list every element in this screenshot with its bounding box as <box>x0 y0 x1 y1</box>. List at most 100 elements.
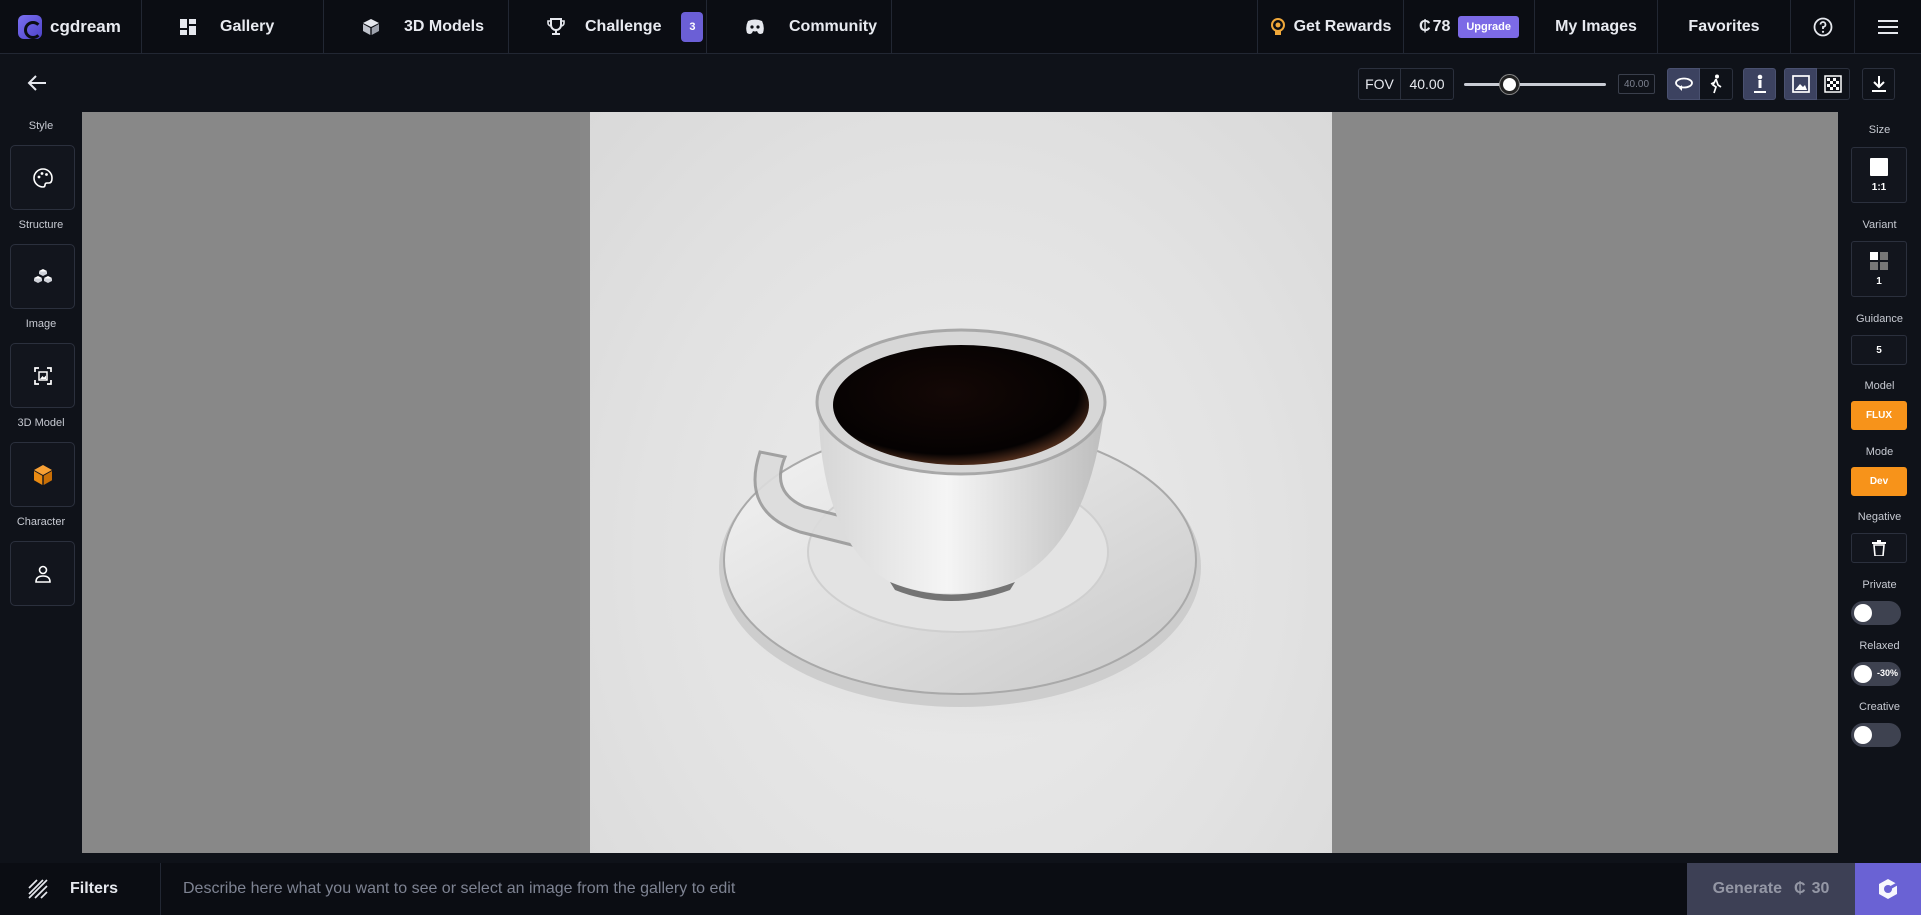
coffee-cup-render <box>710 328 1250 742</box>
challenge-count-badge: 3 <box>681 11 704 42</box>
upgrade-button[interactable]: Upgrade <box>1458 15 1519 38</box>
size-value: 1:1 <box>1871 181 1887 193</box>
guidance-input[interactable]: 5 <box>1851 335 1907 365</box>
trophy-icon <box>547 17 565 36</box>
nav-favorites[interactable]: Favorites <box>1658 0 1791 53</box>
tool-3d-model: 3D Model <box>0 417 82 507</box>
image-frame-icon <box>33 366 52 385</box>
camera-toolbar: FOV 40.00 40.00 <box>1358 68 1895 100</box>
generate-label: Generate <box>1712 880 1782 897</box>
variant-grid-icon <box>1870 251 1888 270</box>
back-button[interactable] <box>24 70 50 96</box>
walk-icon <box>1710 74 1722 94</box>
negative-label: Negative <box>1857 511 1902 523</box>
reward-icon <box>1270 17 1286 36</box>
relaxed-label: Relaxed <box>1859 640 1900 652</box>
image-button[interactable] <box>10 343 75 408</box>
nav-gallery[interactable]: Gallery <box>142 0 324 53</box>
mode-label: Mode <box>1865 446 1894 458</box>
back-arrow-icon <box>27 75 46 91</box>
model-selector[interactable]: FLUX <box>1851 401 1907 430</box>
size-label: Size <box>1868 124 1891 136</box>
assistant-logo-icon <box>1879 879 1898 899</box>
credits-balance[interactable]: ₵ 78 Upgrade <box>1404 0 1535 53</box>
download-icon <box>1871 76 1886 92</box>
help-icon <box>1813 17 1833 37</box>
fov-slider[interactable] <box>1462 68 1606 100</box>
variant-selector[interactable]: 1 <box>1851 241 1907 297</box>
variant-label: Variant <box>1862 219 1897 231</box>
get-rewards-button[interactable]: Get Rewards <box>1258 0 1404 53</box>
trash-icon <box>1872 540 1886 556</box>
variant-value: 1 <box>1876 275 1882 287</box>
nav-challenge-label: Challenge <box>585 17 662 35</box>
tool-character-label: Character <box>16 516 66 528</box>
mode-selector[interactable]: Dev <box>1851 467 1907 496</box>
prompt-bar: Filters Generate ₵ 30 <box>0 863 1921 915</box>
relaxed-toggle[interactable]: -30% <box>1851 662 1901 686</box>
help-button[interactable] <box>1791 0 1855 53</box>
tool-character: Character <box>0 516 82 606</box>
nav-3d-models-label: 3D Models <box>404 17 485 35</box>
walk-mode-button[interactable] <box>1700 68 1733 100</box>
image-view-button[interactable] <box>1784 68 1817 100</box>
character-button[interactable] <box>10 541 75 606</box>
get-rewards-label: Get Rewards <box>1293 17 1392 35</box>
menu-icon <box>1878 19 1898 35</box>
nav-3d-models[interactable]: 3D Models <box>324 0 509 53</box>
3d-model-button[interactable] <box>10 442 75 507</box>
filters-button[interactable]: Filters <box>0 863 161 915</box>
transparent-view-button[interactable] <box>1817 68 1850 100</box>
tool-image: Image <box>0 318 82 408</box>
guidance-label: Guidance <box>1855 313 1904 325</box>
size-selector[interactable]: 1:1 <box>1851 147 1907 203</box>
tool-3d-model-label: 3D Model <box>17 417 65 429</box>
nav-challenge[interactable]: Challenge 3 <box>509 0 707 53</box>
cube-icon <box>362 18 380 36</box>
tool-structure-label: Structure <box>18 219 64 231</box>
nav-community-label: Community <box>789 17 877 35</box>
viewport-canvas[interactable] <box>82 112 1838 853</box>
tool-style-label: Style <box>28 120 54 132</box>
fov-slider-thumb[interactable] <box>1500 75 1519 94</box>
creative-label: Creative <box>1859 701 1900 713</box>
creative-toggle[interactable] <box>1851 723 1901 747</box>
coin-icon: ₵ <box>1419 17 1431 35</box>
gallery-grid-icon <box>180 18 196 35</box>
orbit-mode-button[interactable] <box>1667 68 1700 100</box>
tool-image-label: Image <box>25 318 57 330</box>
structure-icon <box>33 268 52 283</box>
brand-name: cgdream <box>50 16 121 36</box>
image-icon <box>1791 75 1810 93</box>
brand-logo[interactable]: cgdream <box>0 0 142 53</box>
structure-button[interactable] <box>10 244 75 309</box>
nav-my-images[interactable]: My Images <box>1535 0 1658 53</box>
relaxed-discount: -30% <box>1876 668 1898 678</box>
fov-value[interactable]: 40.00 <box>1401 68 1454 100</box>
private-toggle[interactable] <box>1851 601 1901 625</box>
negative-prompt-button[interactable] <box>1851 533 1907 563</box>
style-button[interactable] <box>10 145 75 210</box>
nav-spacer <box>892 0 1258 53</box>
menu-button[interactable] <box>1855 0 1921 53</box>
private-toggle-knob <box>1854 604 1872 622</box>
model-label: Model <box>1864 380 1895 392</box>
filters-label: Filters <box>70 880 119 897</box>
assistant-button[interactable] <box>1855 863 1921 915</box>
download-button[interactable] <box>1862 68 1895 100</box>
render-preview[interactable] <box>590 112 1332 853</box>
generate-button[interactable]: Generate ₵ 30 <box>1687 863 1855 915</box>
nav-community[interactable]: Community <box>707 0 892 53</box>
person-icon <box>34 565 51 583</box>
orange-cube-icon <box>33 464 52 485</box>
discord-icon <box>745 19 765 35</box>
palette-icon <box>32 167 53 188</box>
generate-cost: 30 <box>1811 880 1830 897</box>
prompt-input[interactable] <box>161 863 1687 915</box>
filters-icon <box>28 879 48 899</box>
credits-value: 78 <box>1432 17 1451 35</box>
top-navigation: cgdream Gallery 3D Models Challenge 3 Co… <box>0 0 1921 54</box>
camera-height-button[interactable] <box>1743 68 1776 100</box>
tool-style: Style <box>0 120 82 210</box>
orbit-icon <box>1674 77 1693 91</box>
